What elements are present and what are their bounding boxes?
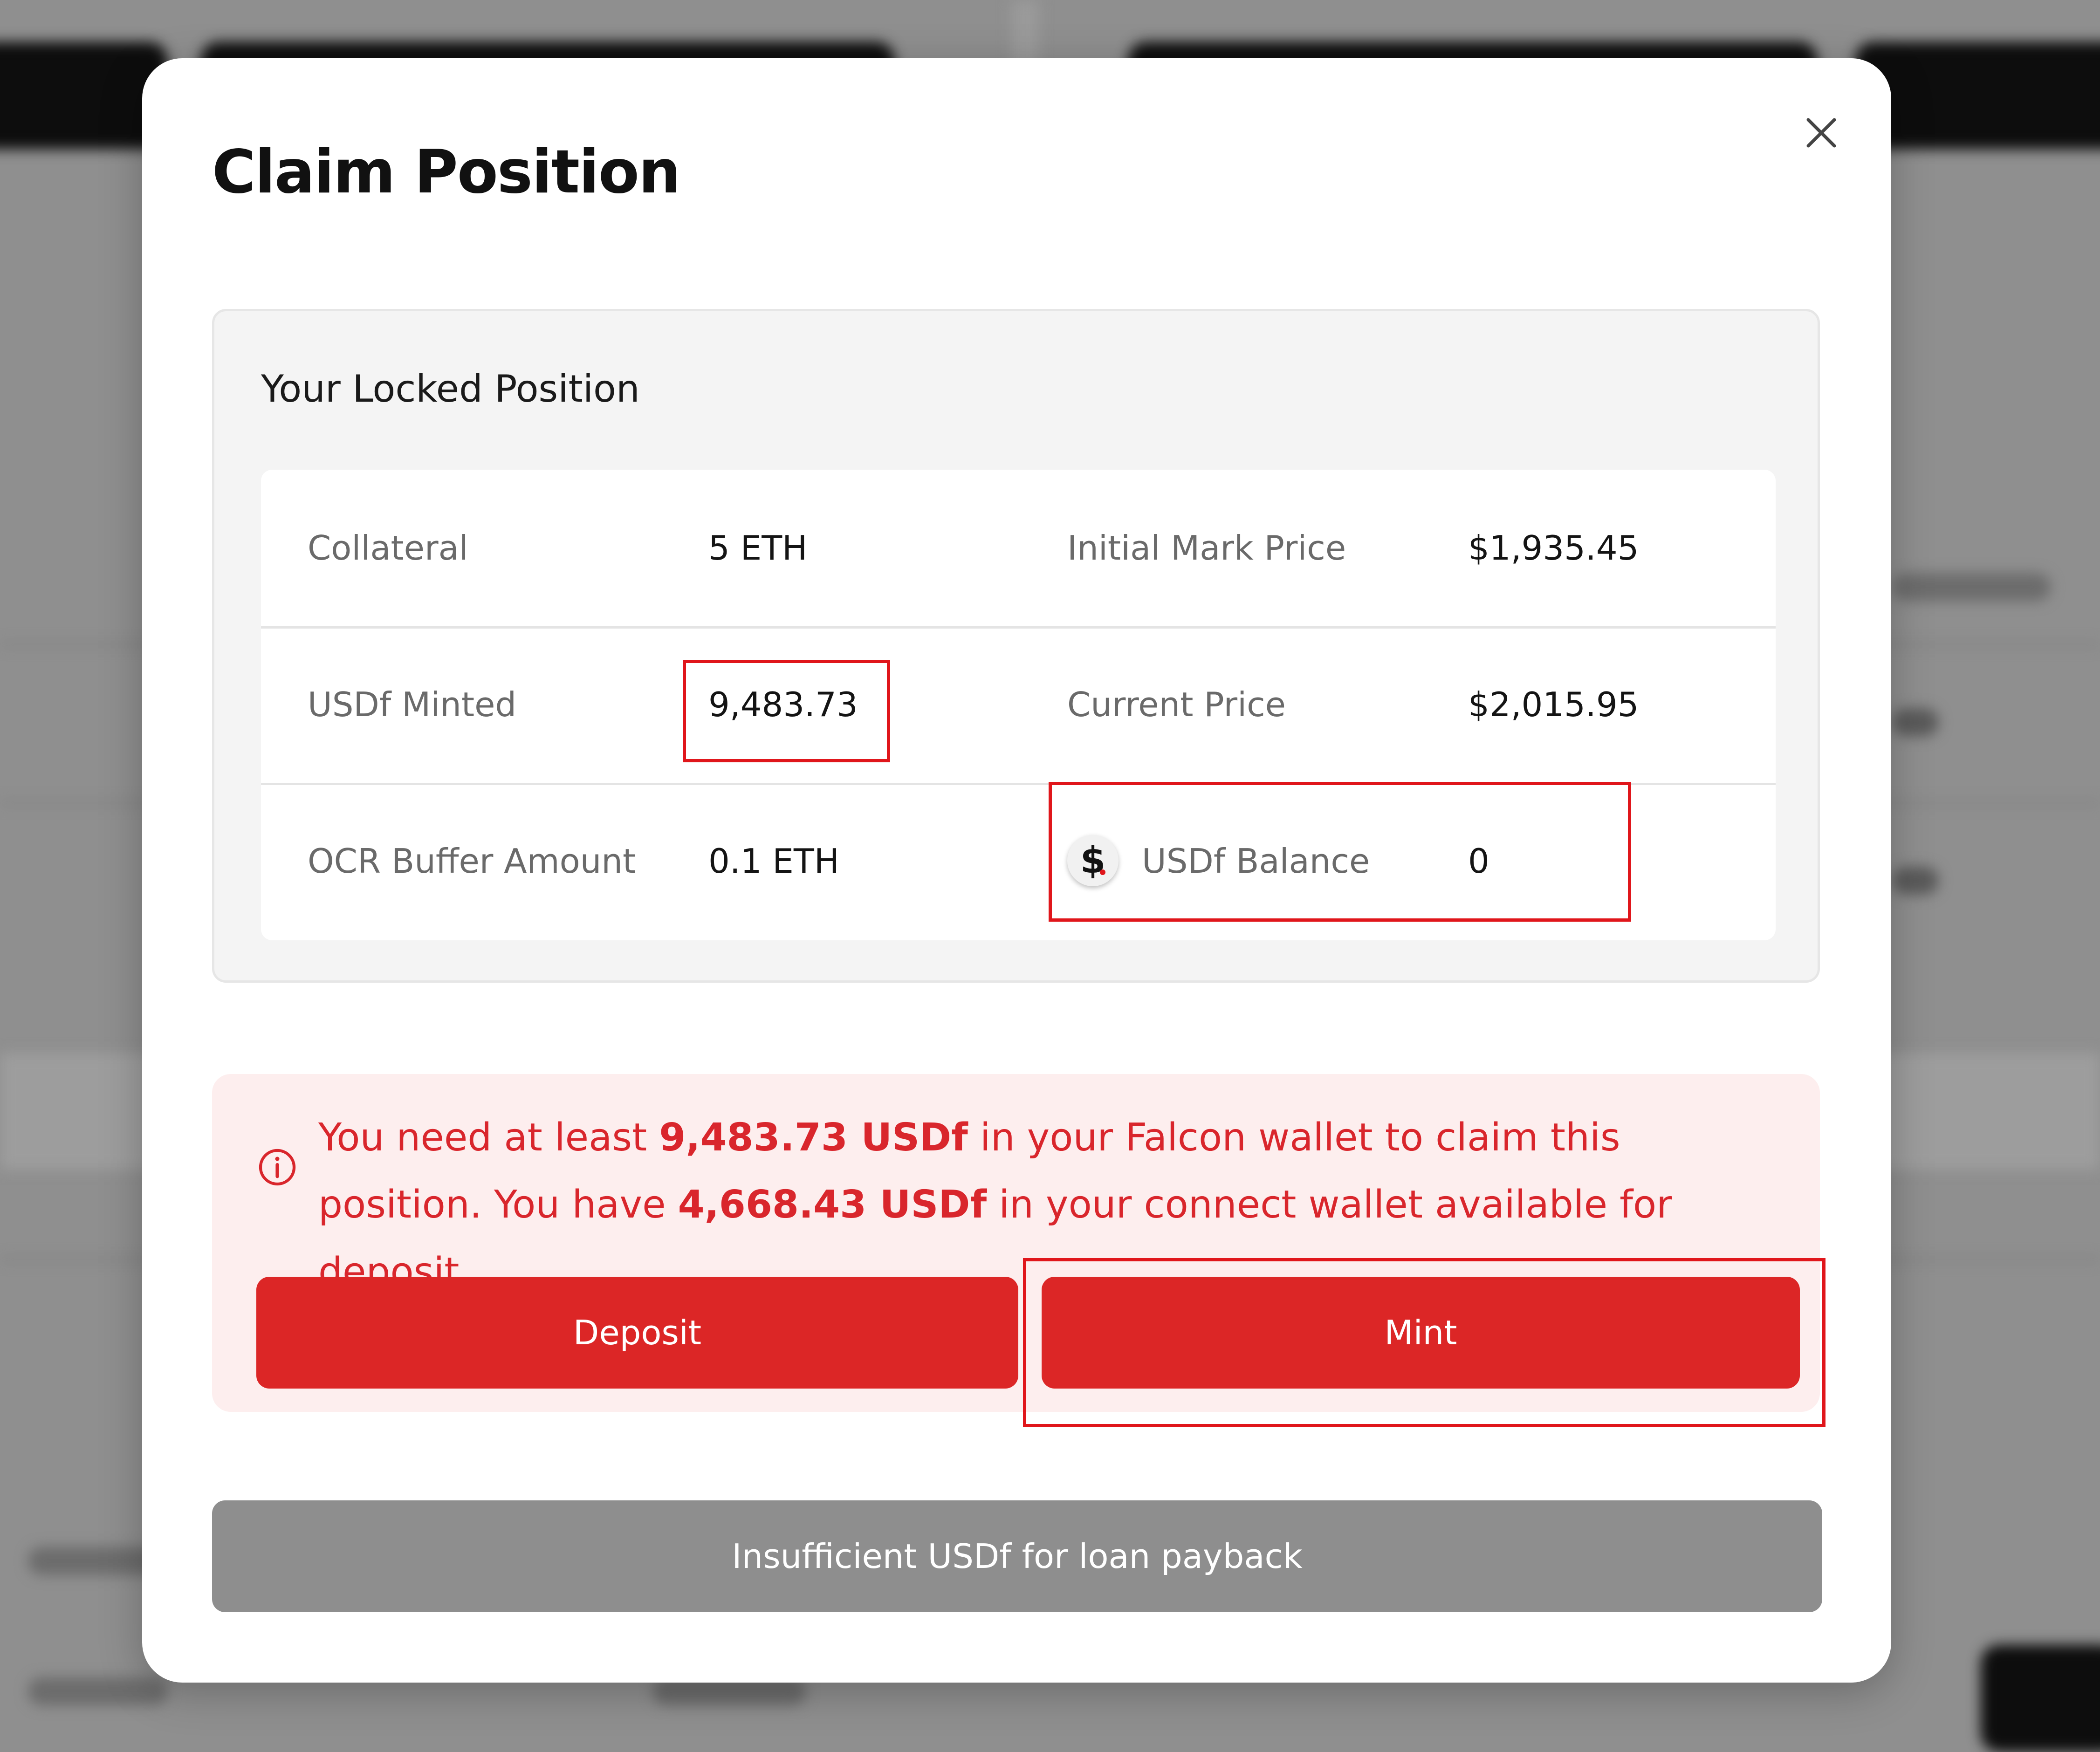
close-icon bbox=[1806, 118, 1836, 148]
card-title: Your Locked Position bbox=[261, 367, 640, 411]
ocr-buffer-label: OCR Buffer Amount bbox=[308, 842, 636, 881]
initial-mark-price-value: $1,935.45 bbox=[1468, 528, 1639, 568]
insufficient-balance-warning: You need at least 9,483.73 USDf in your … bbox=[212, 1074, 1825, 1427]
table-row: USDf Minted 9,483.73 Current Price $2,01… bbox=[261, 626, 1776, 785]
required-amount: 9,483.73 USDf bbox=[659, 1116, 968, 1160]
locked-position-card: Your Locked Position Collateral 5 ETH In… bbox=[212, 309, 1820, 983]
warning-text: You need at least bbox=[318, 1116, 659, 1160]
table-row: Collateral 5 ETH Initial Mark Price $1,9… bbox=[261, 470, 1776, 629]
background-block bbox=[1892, 573, 2051, 601]
collateral-label: Collateral bbox=[308, 528, 468, 568]
initial-mark-price-label: Initial Mark Price bbox=[1067, 528, 1346, 568]
usdf-minted-label: USDf Minted bbox=[308, 685, 517, 724]
position-details-table: Collateral 5 ETH Initial Mark Price $1,9… bbox=[261, 470, 1776, 940]
current-price-label: Current Price bbox=[1067, 685, 1286, 724]
loan-payback-button[interactable]: Insufficient USDf for loan payback bbox=[212, 1500, 1822, 1612]
background-block bbox=[1892, 708, 1939, 736]
claim-position-modal: Claim Position Your Locked Position Coll… bbox=[142, 58, 1891, 1683]
background-block bbox=[1892, 867, 1939, 895]
current-price-value: $2,015.95 bbox=[1468, 685, 1639, 724]
background-block bbox=[28, 1677, 168, 1705]
highlight-box bbox=[683, 660, 890, 762]
background-block bbox=[1981, 1645, 2100, 1752]
available-amount: 4,668.43 USDf bbox=[678, 1183, 987, 1227]
deposit-button[interactable]: Deposit bbox=[256, 1277, 1018, 1389]
info-icon bbox=[259, 1149, 296, 1186]
ocr-buffer-value: 0.1 ETH bbox=[708, 842, 840, 881]
close-button[interactable] bbox=[1798, 110, 1845, 156]
highlight-box bbox=[1023, 1258, 1825, 1427]
collateral-value: 5 ETH bbox=[708, 528, 808, 568]
table-row: OCR Buffer Amount 0.1 ETH $ USDf Balance… bbox=[261, 782, 1776, 939]
modal-title: Claim Position bbox=[212, 137, 681, 207]
highlight-box bbox=[1049, 782, 1631, 922]
background-block bbox=[1855, 42, 2100, 149]
